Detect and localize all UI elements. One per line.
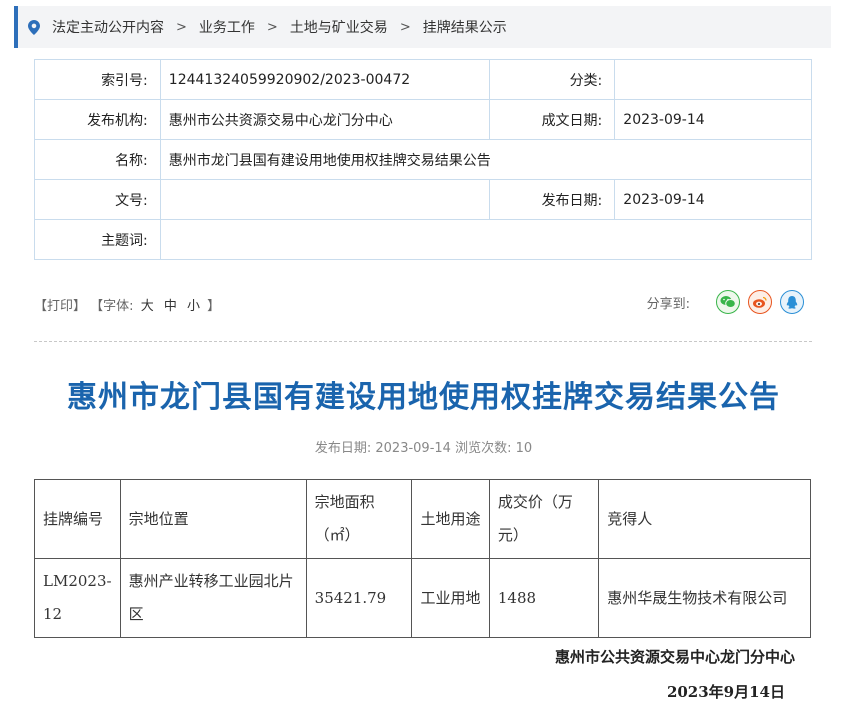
- breadcrumb-separator: >: [399, 19, 411, 35]
- article-toolbar: 【打印】 【字体: 大 中 小 】 分享到:: [34, 290, 804, 316]
- name-label: 名称:: [34, 139, 161, 180]
- print-link[interactable]: 【打印】: [34, 299, 86, 314]
- breadcrumb-item-listing-result[interactable]: 挂牌结果公示: [423, 17, 507, 37]
- share-label: 分享到:: [646, 296, 690, 312]
- publisher-value: 惠州市公共资源交易中心龙门分中心: [159, 99, 490, 140]
- col-header-location: 宗地位置: [119, 479, 307, 559]
- breadcrumb-separator: >: [266, 19, 278, 35]
- breadcrumb-item-public-content[interactable]: 法定主动公开内容: [52, 17, 164, 37]
- meta-row-index: 索引号: 12441324059920902/2023-00472 分类:: [34, 59, 812, 100]
- result-table: 挂牌编号 宗地位置 宗地面积（㎡） 土地用途 成交价（万元） 竞得人 LM202…: [34, 479, 811, 638]
- subject-value: [159, 219, 813, 260]
- dashed-divider: [34, 341, 812, 342]
- meta-row-name: 名称: 惠州市龙门县国有建设用地使用权挂牌交易结果公告: [34, 139, 813, 180]
- cell-listing-no: LM2023-12: [34, 558, 121, 638]
- wechat-share-icon[interactable]: [716, 290, 740, 314]
- meta-row-doc-no: 文号: 发布日期: 2023-09-14: [34, 179, 812, 220]
- category-label: 分类:: [488, 59, 616, 100]
- publish-date-label: 发布日期:: [488, 179, 616, 220]
- table-row: LM2023-12 惠州产业转移工业园北片区 35421.79 工业用地 148…: [34, 558, 811, 638]
- font-size-close: 】: [207, 299, 221, 314]
- meta-row-publisher: 发布机构: 惠州市公共资源交易中心龙门分中心 成文日期: 2023-09-14: [34, 99, 812, 140]
- cell-location: 惠州产业转移工业园北片区: [119, 558, 307, 638]
- qq-share-icon[interactable]: [780, 290, 804, 314]
- share-bar: 分享到:: [647, 290, 804, 314]
- issuer-signature: 惠州市公共资源交易中心龙门分中心: [554, 648, 795, 666]
- font-large-link[interactable]: 大: [141, 299, 154, 314]
- cell-winner: 惠州华晟生物技术有限公司: [598, 558, 811, 638]
- issue-date: 2023年9月14日: [666, 683, 785, 701]
- subject-label: 主题词:: [34, 219, 161, 260]
- font-size-label: 【字体:: [90, 299, 134, 314]
- publisher-label: 发布机构:: [34, 99, 161, 140]
- name-value: 惠州市龙门县国有建设用地使用权挂牌交易结果公告: [159, 139, 813, 180]
- result-table-header: 挂牌编号 宗地位置 宗地面积（㎡） 土地用途 成交价（万元） 竞得人: [34, 479, 811, 559]
- breadcrumb-separator: >: [176, 19, 187, 35]
- weibo-share-icon[interactable]: [748, 290, 772, 314]
- col-header-price: 成交价（万元）: [488, 479, 600, 559]
- cell-price: 1488: [488, 558, 600, 638]
- index-value: 12441324059920902/2023-00472: [159, 59, 490, 100]
- breadcrumb-item-land-mining[interactable]: 土地与矿业交易: [290, 17, 388, 37]
- col-header-listing-no: 挂牌编号: [34, 479, 121, 559]
- col-header-area: 宗地面积（㎡）: [305, 479, 413, 559]
- category-value: [614, 59, 812, 100]
- meta-row-subject: 主题词:: [34, 219, 813, 260]
- breadcrumb: 法定主动公开内容 > 业务工作 > 土地与矿业交易 > 挂牌结果公示: [14, 6, 831, 48]
- article-publish-info: 发布日期: 2023-09-14 浏览次数: 10: [314, 441, 533, 456]
- written-date-label: 成文日期:: [488, 99, 616, 140]
- location-pin-icon: [28, 19, 40, 35]
- doc-no-value: [159, 179, 490, 220]
- col-header-winner: 竞得人: [598, 479, 811, 559]
- cell-area: 35421.79: [305, 558, 413, 638]
- toolbar-left: 【打印】 【字体: 大 中 小 】: [34, 295, 220, 314]
- font-medium-link[interactable]: 中: [164, 299, 177, 314]
- article-title: 惠州市龙门县国有建设用地使用权挂牌交易结果公告: [67, 380, 780, 415]
- written-date-value: 2023-09-14: [614, 99, 812, 140]
- breadcrumb-item-business[interactable]: 业务工作: [199, 17, 255, 37]
- font-small-link[interactable]: 小: [187, 299, 200, 314]
- doc-no-label: 文号:: [34, 179, 161, 220]
- document-metadata-table: 索引号: 12441324059920902/2023-00472 分类: 发布…: [34, 59, 813, 260]
- cell-land-use: 工业用地: [411, 558, 490, 638]
- col-header-land-use: 土地用途: [411, 479, 490, 559]
- index-label: 索引号:: [34, 59, 161, 100]
- publish-date-value: 2023-09-14: [614, 179, 812, 220]
